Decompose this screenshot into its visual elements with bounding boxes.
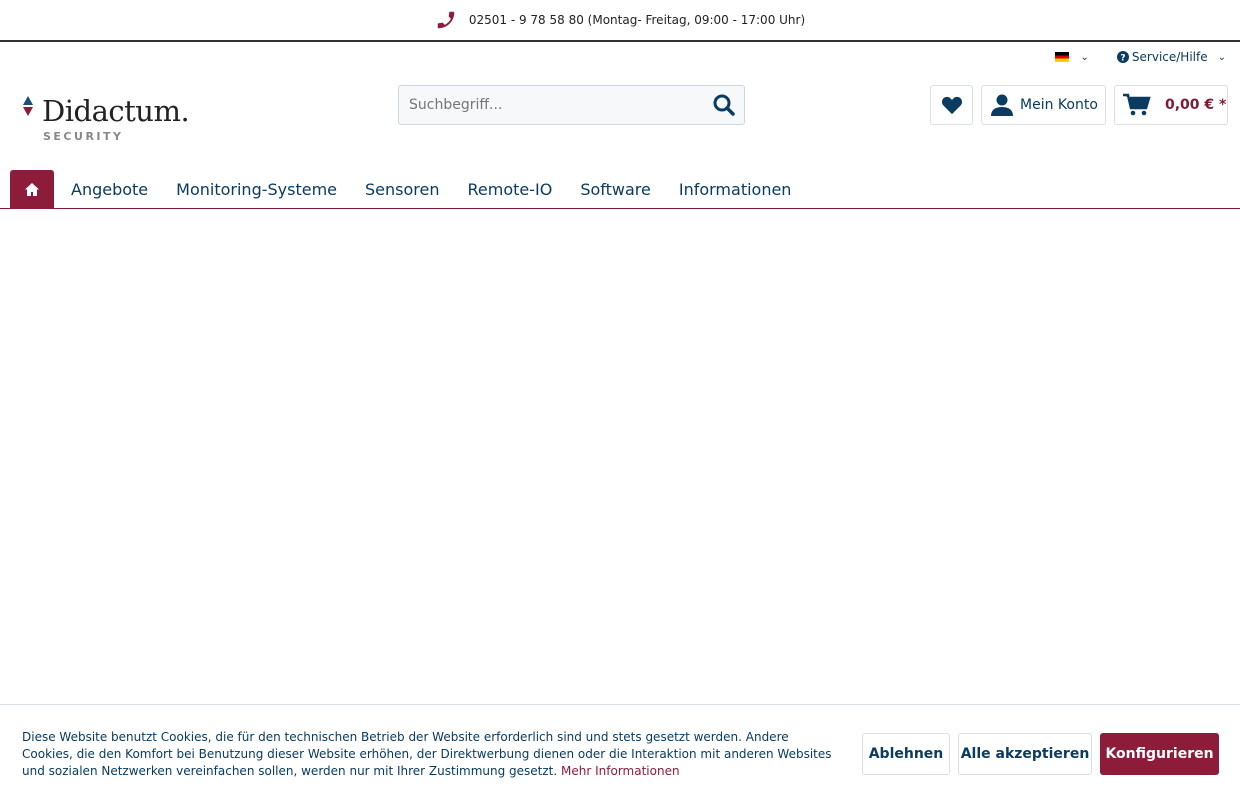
- nav-sensoren[interactable]: Sensoren: [365, 180, 439, 199]
- account-label: Mein Konto: [1020, 97, 1098, 113]
- cookie-message: Diese Website benutzt Cookies, die für d…: [22, 730, 832, 778]
- heart-icon: [941, 96, 962, 115]
- german-flag-icon: [1054, 52, 1069, 62]
- service-menu[interactable]: ? Service/Hilfe ⌄: [1116, 50, 1226, 64]
- help-icon: ?: [1116, 51, 1129, 64]
- nav-monitoring-systeme[interactable]: Monitoring-Systeme: [176, 180, 337, 199]
- search-button[interactable]: [704, 93, 744, 117]
- decline-button[interactable]: Ablehnen: [862, 733, 950, 775]
- user-icon: [991, 94, 1013, 116]
- search-box: [398, 85, 745, 125]
- cookie-text: Diese Website benutzt Cookies, die für d…: [22, 729, 842, 780]
- nav-angebote[interactable]: Angebote: [71, 180, 148, 199]
- wishlist-button[interactable]: [930, 85, 973, 125]
- logo-name: Didactum.: [42, 94, 190, 128]
- logo-sub: SECURITY: [43, 130, 124, 143]
- top-bar: 02501 - 9 78 58 80 (Montag- Freitag, 09:…: [0, 0, 1240, 42]
- cart-icon: [1123, 93, 1151, 116]
- cart-total: 0,00 € *: [1165, 97, 1227, 113]
- configure-button[interactable]: Konfigurieren: [1100, 733, 1219, 775]
- phone-icon: [437, 11, 455, 29]
- service-label: Service/Hilfe: [1131, 50, 1208, 64]
- nav-informationen[interactable]: Informationen: [679, 180, 792, 199]
- account-button[interactable]: Mein Konto: [981, 85, 1106, 125]
- cookie-banner: Diese Website benutzt Cookies, die für d…: [0, 704, 1240, 800]
- nav-software[interactable]: Software: [580, 180, 651, 199]
- search-input[interactable]: [409, 97, 704, 113]
- chevron-down-icon: ⌄: [1080, 51, 1089, 63]
- search-icon: [713, 94, 735, 116]
- language-switcher[interactable]: ⌄: [1054, 51, 1089, 63]
- home-icon: [25, 182, 39, 196]
- chevron-down-icon: ⌄: [1217, 51, 1226, 63]
- more-info-link[interactable]: Mehr Informationen: [561, 764, 680, 778]
- logo-mark-icon: [23, 96, 33, 116]
- accept-all-button[interactable]: Alle akzeptieren: [958, 733, 1092, 775]
- phone-text: 02501 - 9 78 58 80 (Montag- Freitag, 09:…: [468, 13, 806, 27]
- main-nav: Angebote Monitoring-Systeme Sensoren Rem…: [0, 169, 1240, 209]
- cart-button[interactable]: 0,00 € *: [1114, 85, 1228, 125]
- nav-home[interactable]: [10, 169, 54, 209]
- nav-remote-io[interactable]: Remote-IO: [467, 180, 552, 199]
- svg-text:?: ?: [1120, 54, 1125, 64]
